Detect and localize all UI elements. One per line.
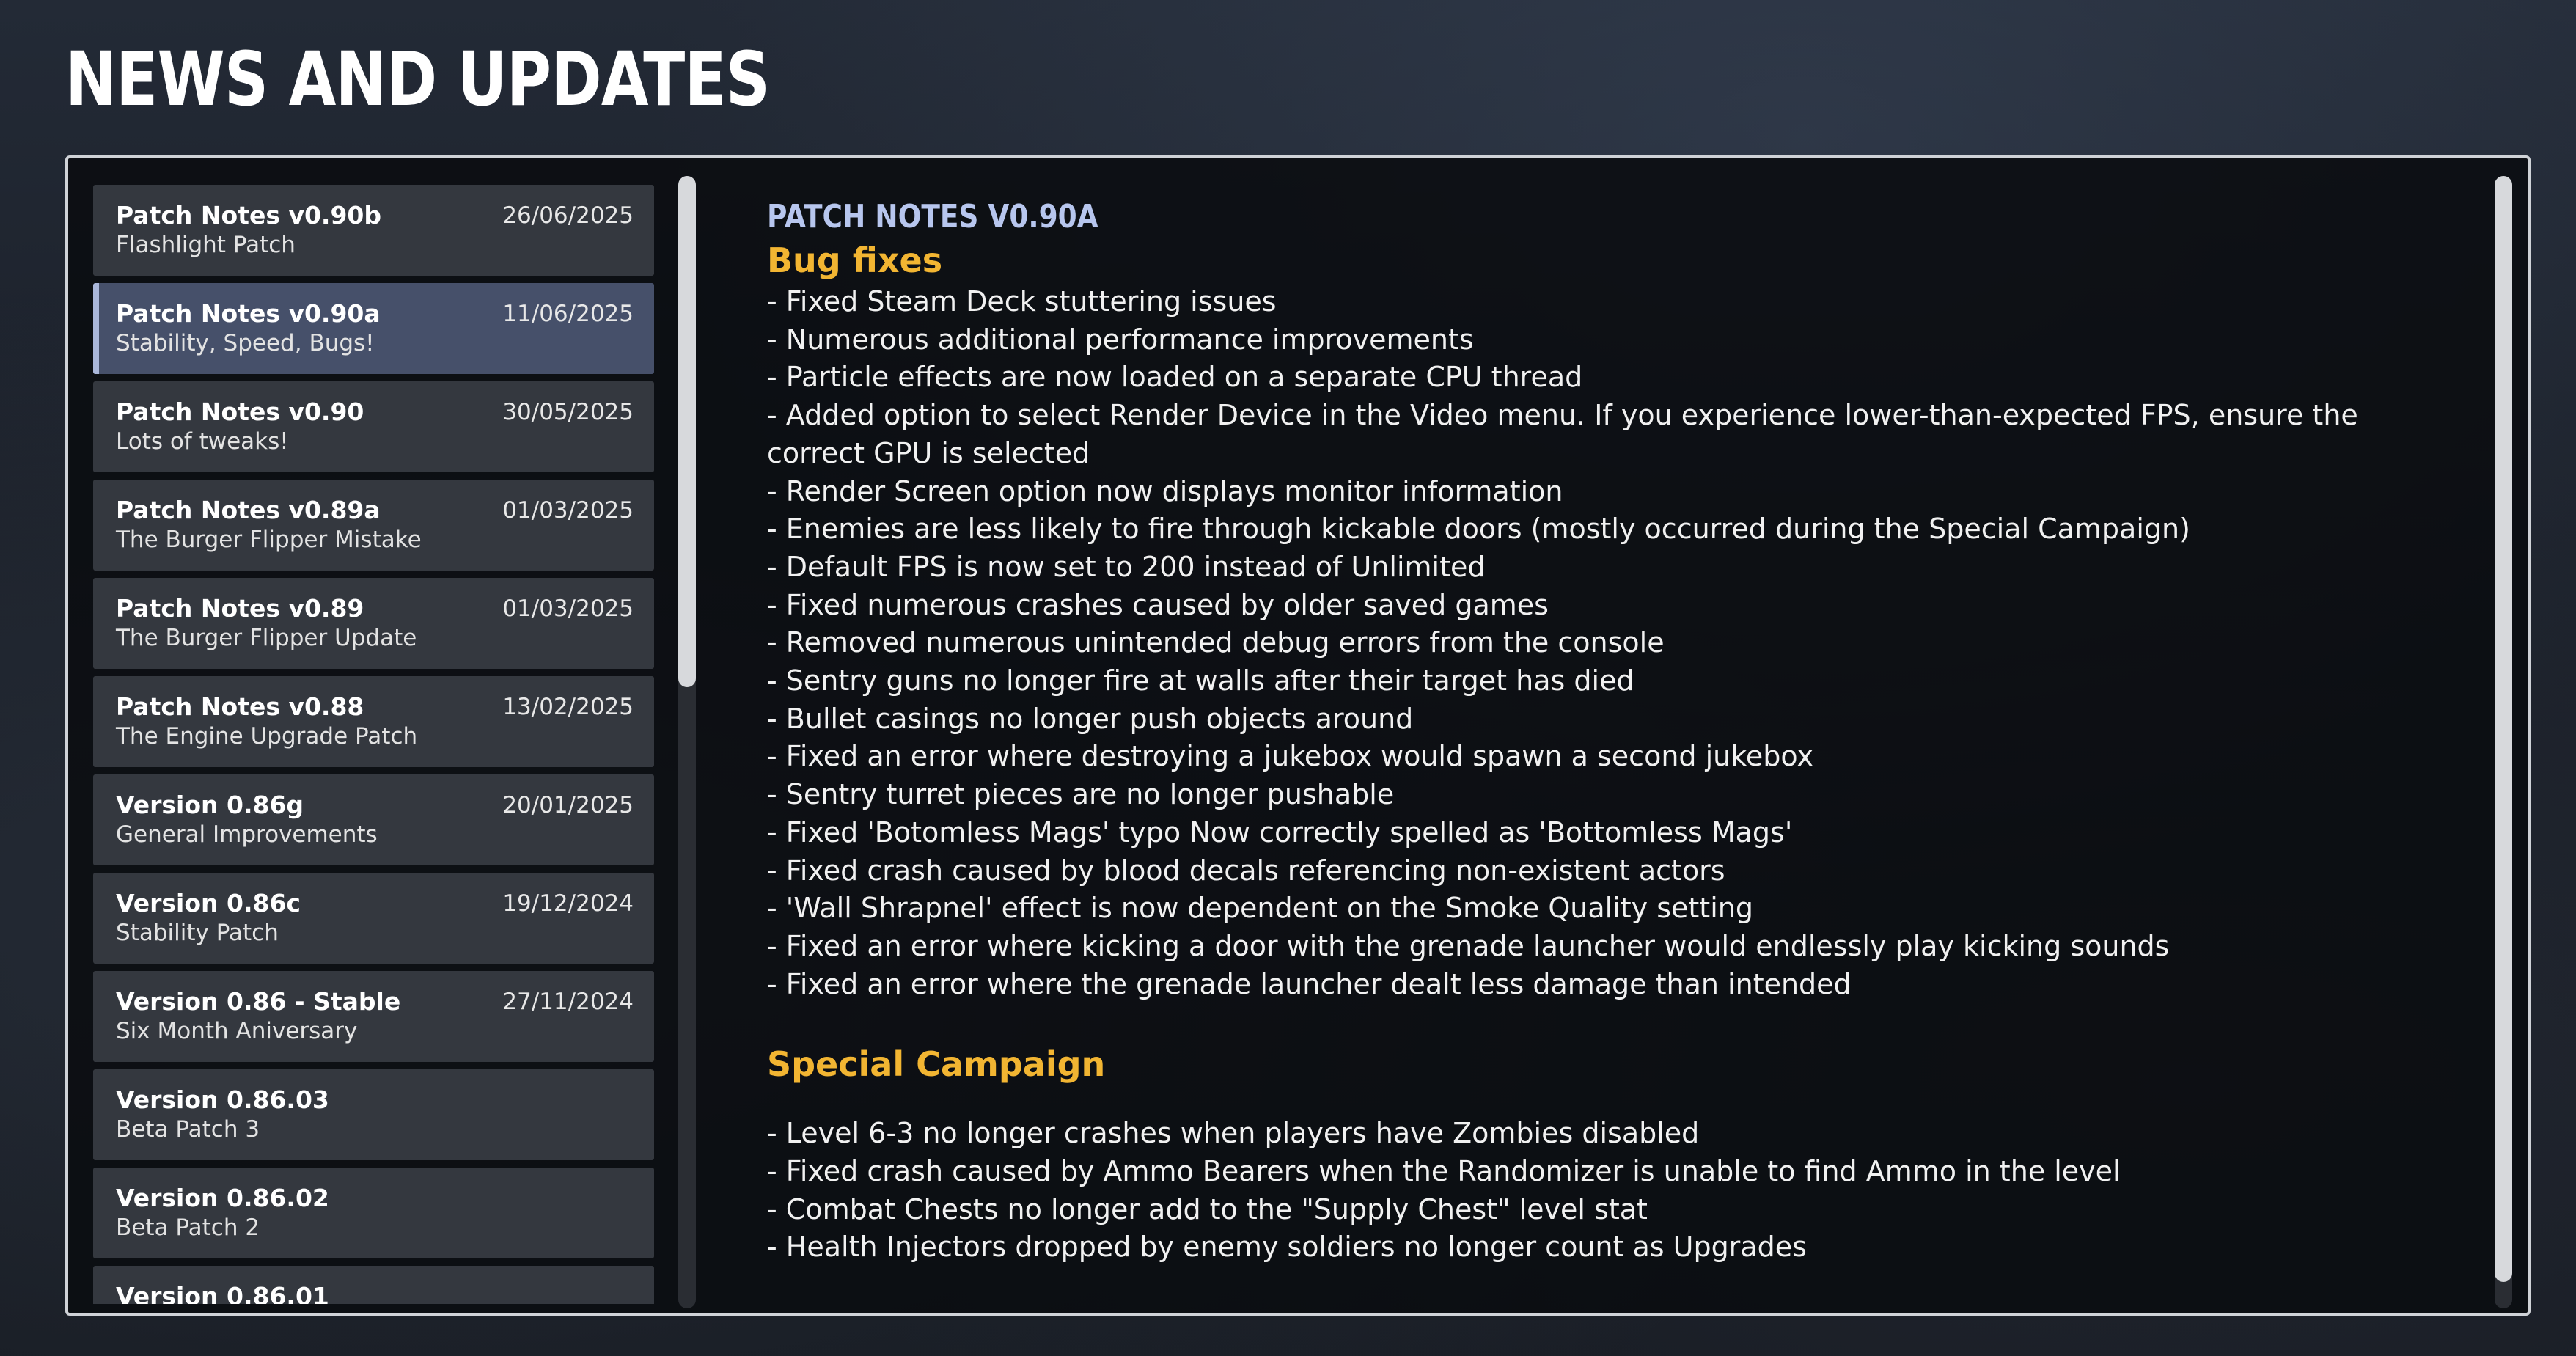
news-panel: Patch Notes v0.90b Flashlight Patch 26/06/… [65, 155, 2531, 1316]
patch-note-line: - Render Screen option now displays moni… [767, 474, 1563, 507]
patch-item-date: 01/03/2025 [502, 497, 634, 524]
patch-item-subtitle: The Engine Upgrade Patch [116, 723, 418, 750]
patch-notes-sections: Bug fixes - Fixed Steam Deck stuttering i… [767, 239, 2490, 1267]
patch-item-date: 01/03/2025 [502, 595, 634, 622]
patch-note-line: - Health Injectors dropped by enemy sold… [767, 1231, 1807, 1264]
patch-note-line: - Fixed an error where kicking a door wi… [767, 929, 2170, 962]
patch-item-subtitle: Stability, Speed, Bugs! [116, 330, 375, 356]
patch-list[interactable]: Patch Notes v0.90b Flashlight Patch 26/06/… [93, 185, 654, 1304]
patch-list-scrollbar[interactable] [678, 176, 696, 1308]
patch-list-item[interactable]: Version 0.86c Stability Patch 19/12/2024 [93, 873, 654, 964]
patch-item-date: 30/05/2025 [502, 399, 634, 425]
patch-note-line: - Level 6-3 no longer crashes when playe… [767, 1117, 1700, 1150]
patch-note-line: - Sentry guns no longer fire at walls af… [767, 664, 1634, 697]
content-scrollbar-thumb[interactable] [2495, 176, 2512, 1282]
patch-note-line: - Combat Chests no longer add to the "Su… [767, 1192, 1648, 1225]
patch-item-subtitle: Flashlight Patch [116, 232, 296, 258]
patch-note-line: - Bullet casings no longer push objects … [767, 702, 1414, 735]
section-title: Special Campaign [767, 1044, 1106, 1085]
patch-note-line: - 'Wall Shrapnel' effect is now dependen… [767, 892, 1753, 925]
content-scrollbar[interactable] [2495, 176, 2512, 1308]
patch-note-line: - Fixed Steam Deck stuttering issues [767, 285, 1277, 318]
patch-item-date: 27/11/2024 [502, 989, 634, 1015]
patch-note-line: - Fixed numerous crashes caused by older… [767, 588, 1549, 621]
patch-list-item[interactable]: Version 0.86.03 Beta Patch 3 [93, 1069, 654, 1160]
patch-item-date: 20/01/2025 [502, 792, 634, 818]
patch-note-line: - Fixed 'Botomless Mags' typo Now correc… [767, 816, 1793, 849]
patch-item-subtitle: The Burger Flipper Mistake [116, 527, 422, 553]
patch-note-line: - Fixed crash caused by Ammo Bearers whe… [767, 1155, 2121, 1188]
patch-list-item[interactable]: Version 0.86.02 Beta Patch 2 [93, 1168, 654, 1258]
patch-note-line: - Fixed an error where the grenade launc… [767, 967, 1852, 1000]
patch-note-line: - Added option to select Render Device i… [767, 399, 2358, 432]
patch-list-item[interactable]: Version 0.86 - Stable Six Month Aniversar… [93, 971, 654, 1062]
patch-list-item[interactable]: Patch Notes v0.89a The Burger Flipper Mis… [93, 480, 654, 571]
patch-note-line: - Fixed an error where destroying a juke… [767, 740, 1813, 773]
section-title: Bug fixes [767, 241, 943, 280]
patch-note-line: - Default FPS is now set to 200 instead … [767, 550, 1486, 583]
patch-item-title: Version 0.86.03 [116, 1085, 329, 1114]
patch-list-item[interactable]: Version 0.86g General Improvements 20/01/2… [93, 774, 654, 865]
patch-list-item[interactable]: Patch Notes v0.90b Flashlight Patch 26/06/… [93, 185, 654, 276]
patch-notes-heading: PATCH NOTES V0.90A [767, 198, 1098, 235]
patch-item-subtitle: Beta Patch 3 [116, 1116, 260, 1143]
patch-item-subtitle: General Improvements [116, 821, 378, 848]
patch-list-item[interactable]: Version 0.86.01 [93, 1266, 654, 1304]
patch-list-item[interactable]: Patch Notes v0.88 The Engine Upgrade Patc… [93, 676, 654, 767]
patch-item-subtitle: Six Month Aniversary [116, 1018, 358, 1044]
patch-item-date: 11/06/2025 [502, 301, 634, 327]
patch-list-scrollbar-thumb[interactable] [678, 176, 696, 687]
patch-item-date: 13/02/2025 [502, 694, 634, 720]
patch-item-title: Version 0.86.02 [116, 1184, 329, 1212]
patch-note-line: - Particle effects are now loaded on a s… [767, 361, 1583, 394]
patch-list-item[interactable]: Patch Notes v0.89 The Burger Flipper Upda… [93, 578, 654, 669]
patch-list-item[interactable]: Patch Notes v0.90a Stability, Speed, Bugs… [93, 283, 654, 374]
patch-note-line: - Fixed crash caused by blood decals ref… [767, 854, 1725, 887]
patch-note-line: - Numerous additional performance improv… [767, 323, 1474, 356]
page-title: NEWS AND UPDATES [65, 36, 770, 123]
patch-notes-content: PATCH NOTES V0.90A Bug fixes - Fixed Stea… [767, 198, 2490, 1298]
patch-note-line: - Removed numerous unintended debug erro… [767, 626, 1665, 659]
patch-list-item[interactable]: Patch Notes v0.90 Lots of tweaks! 30/05/20… [93, 381, 654, 472]
patch-item-subtitle: The Burger Flipper Update [116, 625, 417, 651]
patch-note-line: correct GPU is selected [767, 436, 1090, 469]
patch-item-subtitle: Stability Patch [116, 920, 279, 946]
patch-item-date: 26/06/2025 [502, 202, 634, 229]
patch-item-date: 19/12/2024 [502, 890, 634, 917]
patch-item-subtitle: Beta Patch 2 [116, 1214, 260, 1241]
patch-item-subtitle: Lots of tweaks! [116, 428, 289, 455]
patch-note-line: - Enemies are less likely to fire throug… [767, 513, 2190, 546]
patch-item-title: Version 0.86.01 [116, 1282, 329, 1304]
patch-note-line: - Sentry turret pieces are no longer pus… [767, 778, 1395, 811]
